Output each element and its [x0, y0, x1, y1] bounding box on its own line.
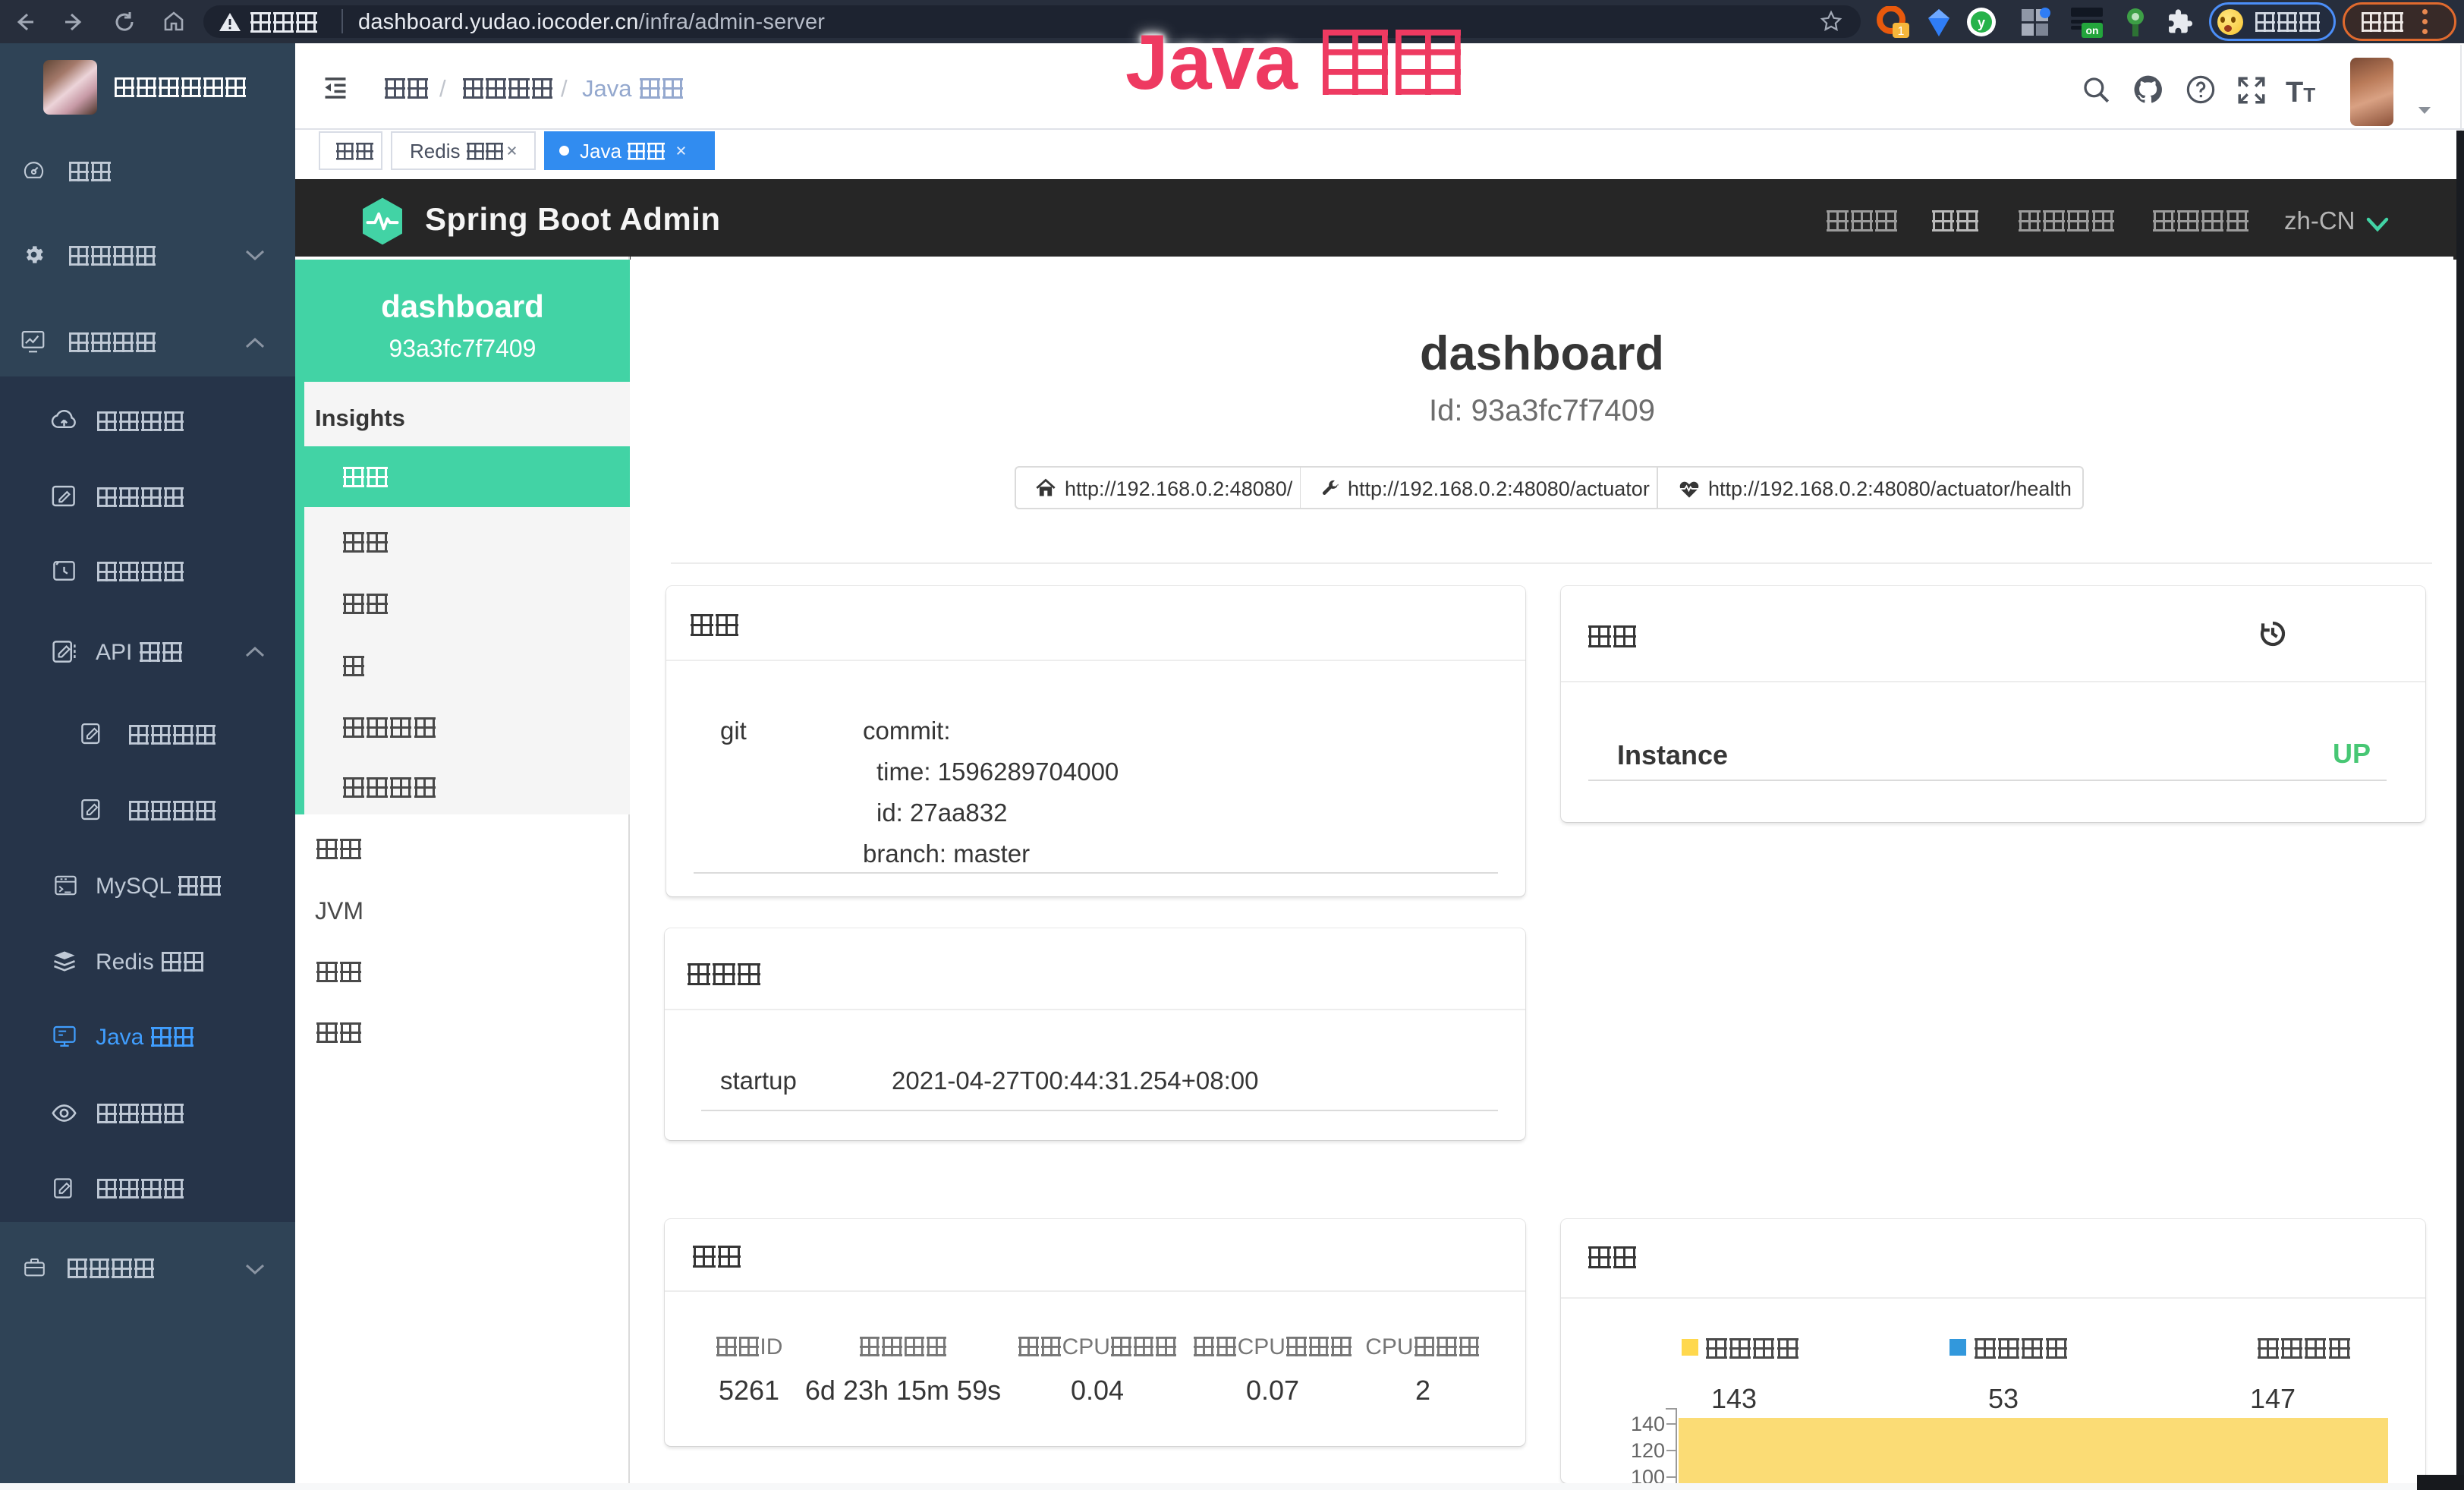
svg-text:on: on	[2085, 24, 2098, 36]
svg-text:1: 1	[1898, 25, 1905, 38]
svg-text:y: y	[1978, 15, 1985, 30]
